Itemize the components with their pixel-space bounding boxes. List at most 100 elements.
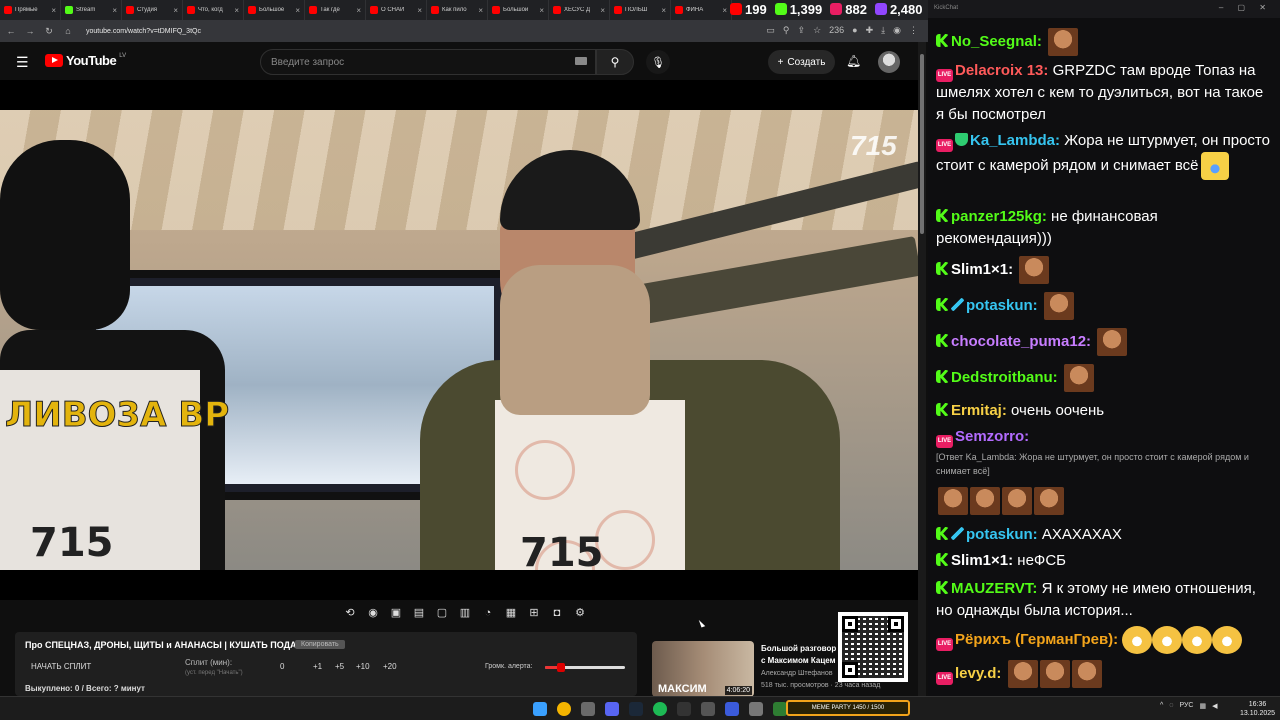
scrollbar-thumb[interactable]: [920, 54, 924, 234]
browser-tab[interactable]: Stream ×: [61, 0, 122, 20]
discord-icon[interactable]: [605, 702, 619, 716]
microphone-tray-icon[interactable]: ◌: [1169, 702, 1173, 710]
start-split-button[interactable]: НАЧАТЬ СПЛИТ: [31, 662, 91, 671]
tab-close-icon[interactable]: ×: [356, 6, 361, 15]
chat-username[interactable]: Slim1×1:: [951, 261, 1013, 278]
chat-username[interactable]: potaskun:: [966, 297, 1038, 314]
app-icon[interactable]: [701, 702, 715, 716]
reload-icon[interactable]: ↻: [44, 26, 54, 37]
browser-tab[interactable]: Что, когд ×: [183, 0, 244, 20]
language-indicator[interactable]: РУС: [1179, 702, 1193, 710]
bookmark-icon[interactable]: ☆: [813, 25, 821, 36]
url-field[interactable]: youtube.com/watch?v=tDMIFQ_3tQc: [86, 28, 201, 35]
spotify-icon[interactable]: [653, 702, 667, 716]
browser-tab[interactable]: ХЕСУС Д ×: [549, 0, 610, 20]
keyboard-icon[interactable]: [575, 57, 587, 65]
chat-username[interactable]: Semzorro:: [955, 428, 1029, 445]
browser-tab[interactable]: Большое ×: [244, 0, 305, 20]
page-scrollbar[interactable]: [918, 42, 926, 696]
recommended-thumbnail[interactable]: МАКСИМ 4:06:20: [652, 641, 754, 697]
chat-username[interactable]: potaskun:: [966, 526, 1038, 543]
browser-tab[interactable]: ПОЛЬШ ×: [610, 0, 671, 20]
split-plus-20-button[interactable]: +20: [383, 662, 397, 671]
browser-tab[interactable]: Прямые ×: [0, 0, 61, 20]
volume-icon[interactable]: ◀: [1212, 702, 1217, 710]
zoom-icon[interactable]: ⚲: [783, 25, 790, 36]
split-plus-5-button[interactable]: +5: [335, 662, 344, 671]
windows-start-icon[interactable]: [533, 702, 547, 716]
chat-username[interactable]: panzer125kg:: [951, 208, 1047, 225]
extension-icon[interactable]: ●: [852, 25, 857, 36]
window-controls[interactable]: – ▢ ✕: [1219, 3, 1272, 12]
tab-close-icon[interactable]: ×: [600, 6, 605, 15]
copy-button[interactable]: Копировать: [295, 640, 345, 649]
video-player[interactable]: ЛИВО3А ВР 715 715 715: [0, 80, 918, 600]
alert-volume-handle[interactable]: [557, 663, 565, 672]
tab-close-icon[interactable]: ×: [234, 6, 239, 15]
chevron-up-icon[interactable]: ^: [1160, 702, 1163, 710]
alert-volume-slider[interactable]: [545, 663, 625, 672]
create-button[interactable]: + Создать: [768, 50, 835, 74]
film-icon[interactable]: ▤: [412, 606, 426, 620]
browser-tab[interactable]: Студия ×: [122, 0, 183, 20]
chat-username[interactable]: Ermitaj:: [951, 402, 1007, 419]
chat-username[interactable]: chocolate_puma12:: [951, 333, 1091, 350]
subtitles-icon[interactable]: ▥: [458, 606, 472, 620]
menu-icon[interactable]: ⋮: [909, 25, 918, 36]
settings-gear-icon[interactable]: ⚙: [573, 606, 587, 620]
extension-badge[interactable]: 236: [829, 25, 844, 36]
steam-icon[interactable]: [629, 702, 643, 716]
hamburger-menu-icon[interactable]: ☰: [16, 54, 29, 71]
forward-icon[interactable]: →: [25, 26, 35, 36]
tab-close-icon[interactable]: ×: [661, 6, 666, 15]
browser-tab[interactable]: О СНАЙ ×: [366, 0, 427, 20]
tab-close-icon[interactable]: ×: [478, 6, 483, 15]
recommended-title[interactable]: Большой разговор с Максимом Кацем: [761, 643, 841, 667]
chat-username[interactable]: Ka_Lambda:: [970, 132, 1060, 149]
voice-search-button[interactable]: 🎙︎: [646, 50, 670, 74]
tab-close-icon[interactable]: ×: [295, 6, 300, 15]
chat-username[interactable]: Рёрихъ (ГерманГрев):: [955, 631, 1118, 648]
share-icon[interactable]: ⇪: [798, 25, 806, 36]
browser-tab[interactable]: Как пило ×: [427, 0, 488, 20]
download-icon[interactable]: ⤓: [881, 25, 885, 36]
game-icon[interactable]: [773, 702, 787, 716]
media-icon[interactable]: [725, 702, 739, 716]
chrome-icon[interactable]: [557, 702, 571, 716]
camera-icon[interactable]: ◘: [550, 606, 564, 620]
chat-username[interactable]: Dedstroitbanu:: [951, 369, 1058, 386]
taskbar-clock[interactable]: 16:36 13.10.2025: [1240, 700, 1275, 718]
obs-icon[interactable]: [677, 702, 691, 716]
split-plus-10-button[interactable]: +10: [356, 662, 370, 671]
back-icon[interactable]: ←: [6, 26, 16, 36]
tab-close-icon[interactable]: ×: [417, 6, 422, 15]
tab-close-icon[interactable]: ×: [51, 6, 56, 15]
calendar-icon[interactable]: ▦: [504, 606, 518, 620]
tab-close-icon[interactable]: ×: [173, 6, 178, 15]
chat-username[interactable]: No_Seegnal:: [951, 33, 1042, 50]
chat-username[interactable]: Delacroix 13:: [955, 62, 1048, 79]
recommended-channel[interactable]: Александр Штефанов: [761, 670, 833, 677]
tab-close-icon[interactable]: ×: [112, 6, 117, 15]
notifications-bell-icon[interactable]: 🔔︎: [846, 54, 861, 68]
chat-username[interactable]: Slim1×1:: [951, 552, 1013, 569]
search-button[interactable]: ⚲: [596, 49, 634, 75]
home-icon[interactable]: ⌂: [63, 26, 73, 36]
browser-tab[interactable]: Так где ×: [305, 0, 366, 20]
tab-close-icon[interactable]: ×: [539, 6, 544, 15]
search-input[interactable]: Введите запрос: [260, 49, 596, 75]
youtube-logo[interactable]: YouTube LV: [45, 53, 126, 68]
terminal-icon[interactable]: [581, 702, 595, 716]
broadcast-icon[interactable]: ◉: [366, 606, 380, 620]
network-icon[interactable]: ▦: [1200, 702, 1207, 710]
files-icon[interactable]: [749, 702, 763, 716]
video-frame[interactable]: ЛИВО3А ВР 715 715 715: [0, 110, 918, 570]
clip-icon[interactable]: ▣: [389, 606, 403, 620]
speed-icon[interactable]: ◔: [481, 606, 495, 620]
browser-tab[interactable]: Большой ×: [488, 0, 549, 20]
avatar[interactable]: [878, 51, 900, 73]
add-icon[interactable]: ⊞: [527, 606, 541, 620]
split-plus-1-button[interactable]: +1: [313, 662, 322, 671]
screenshot-icon[interactable]: ▢: [435, 606, 449, 620]
profile-icon[interactable]: ◉: [893, 25, 901, 36]
